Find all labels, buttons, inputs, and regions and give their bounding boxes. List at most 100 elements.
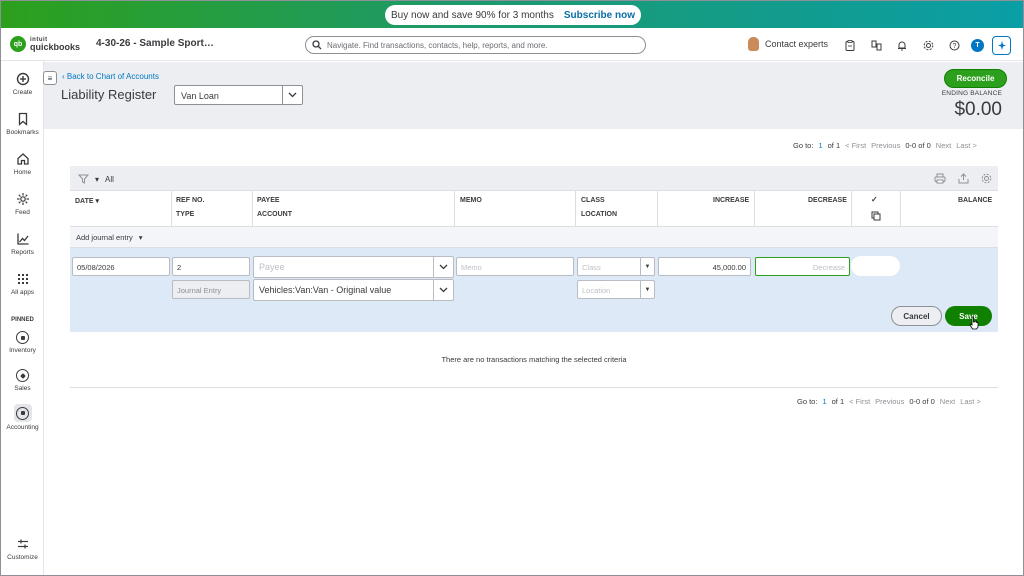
sidebar-item-sales[interactable]: Sales — [1, 369, 44, 392]
memo-field[interactable]: Memo — [456, 257, 574, 276]
caret-down-icon[interactable]: ▼ — [640, 281, 654, 298]
clipboard-icon[interactable] — [841, 37, 859, 55]
col-date[interactable]: DATE ▾ — [75, 197, 99, 205]
last-page-link[interactable]: Last > — [960, 397, 981, 406]
hand-cursor-icon — [969, 316, 979, 330]
first-page-link[interactable]: < First — [845, 141, 866, 150]
plus-circle-icon — [16, 72, 29, 86]
chart-icon — [16, 233, 29, 245]
class-field[interactable]: Class ▼ — [577, 257, 655, 276]
column-divider — [754, 191, 755, 227]
quickbooks-logo[interactable]: qb intuit quickbooks — [10, 36, 80, 52]
page-number-input[interactable]: 1 — [818, 141, 822, 150]
sidebar-item-reports[interactable]: Reports — [1, 232, 44, 256]
col-balance: BALANCE — [958, 197, 993, 204]
settings-gear-icon[interactable] — [981, 173, 992, 184]
sidebar-item-all-apps[interactable]: All apps — [1, 272, 44, 296]
column-divider — [900, 191, 901, 227]
filter-label: All — [105, 174, 114, 184]
assistant-icon[interactable] — [992, 36, 1011, 55]
page-range: 0-0 of 0 — [905, 141, 931, 150]
reconcile-button[interactable]: Reconcile — [944, 69, 1007, 88]
caret-down-icon: ▾ — [95, 174, 100, 184]
chevron-down-icon[interactable] — [433, 257, 453, 277]
sidebar-item-label: Home — [13, 169, 32, 176]
column-divider — [454, 191, 455, 227]
promo-pill[interactable]: Buy now and save 90% for 3 months Subscr… — [385, 5, 641, 25]
left-sidebar: Create Bookmarks Home Feed Reports All a… — [1, 61, 44, 575]
previous-page-link[interactable]: Previous — [875, 397, 904, 406]
previous-page-link[interactable]: Previous — [871, 141, 900, 150]
inventory-icon — [16, 331, 29, 344]
sidebar-item-label: Bookmarks — [6, 129, 39, 136]
cancel-button[interactable]: Cancel — [891, 306, 942, 326]
sidebar-item-accounting[interactable]: Accounting — [1, 404, 44, 431]
increase-field[interactable]: 45,000.00 — [658, 257, 751, 276]
expert-avatar-icon — [748, 37, 759, 51]
next-page-link[interactable]: Next — [940, 397, 955, 406]
user-avatar[interactable]: T — [971, 39, 984, 52]
column-divider — [851, 191, 852, 227]
payee-field[interactable]: Payee — [253, 256, 454, 278]
promo-banner: Buy now and save 90% for 3 months Subscr… — [1, 1, 1023, 28]
last-page-link[interactable]: Last > — [956, 141, 977, 150]
next-page-link[interactable]: Next — [936, 141, 951, 150]
column-divider — [575, 191, 576, 227]
accounting-icon — [13, 404, 32, 422]
page-number-input[interactable]: 1 — [822, 397, 826, 406]
sidebar-item-label: Feed — [15, 209, 30, 216]
date-field[interactable]: 05/08/2026 — [72, 257, 170, 276]
col-ref-no: REF NO. — [176, 197, 205, 204]
account-field[interactable]: Vehicles:Van:Van - Original value — [253, 279, 454, 301]
sidebar-item-inventory[interactable]: Inventory — [1, 331, 44, 354]
apps-switch-icon[interactable] — [867, 37, 885, 55]
logo-line2: quickbooks — [30, 42, 81, 52]
help-icon[interactable]: ? — [945, 37, 963, 55]
location-placeholder: Location — [582, 286, 611, 295]
sidebar-item-label: Sales — [14, 385, 31, 392]
decrease-field[interactable]: Decrease — [755, 257, 850, 276]
svg-text:?: ? — [952, 43, 956, 50]
page-range: 0-0 of 0 — [909, 397, 935, 406]
filter-button[interactable]: ▾ All — [78, 174, 114, 184]
page-of: of 1 — [827, 141, 841, 150]
back-link-label: Back to Chart of Accounts — [66, 72, 159, 81]
location-field[interactable]: Location ▼ — [577, 280, 655, 299]
contact-experts-button[interactable]: Contact experts — [748, 37, 828, 51]
first-page-link[interactable]: < First — [849, 397, 870, 406]
add-journal-entry-label: Add journal entry — [76, 233, 133, 242]
collapse-nav-icon[interactable]: ≡ — [43, 71, 57, 85]
col-account: ACCOUNT — [257, 211, 292, 218]
empty-state-message: There are no transactions matching the s… — [441, 355, 627, 364]
contact-experts-label: Contact experts — [765, 39, 829, 49]
sidebar-item-bookmarks[interactable]: Bookmarks — [1, 112, 44, 136]
sidebar-item-customize[interactable]: Customize — [1, 537, 44, 561]
export-icon[interactable] — [958, 173, 969, 184]
chevron-down-icon[interactable] — [282, 86, 302, 104]
home-icon — [16, 153, 29, 165]
pagination-top: Go to: 1 of 1 < First Previous 0-0 of 0 … — [793, 141, 977, 150]
col-location: LOCATION — [581, 211, 618, 218]
search-input[interactable]: Navigate. Find transactions, contacts, h… — [305, 36, 646, 54]
back-to-chart-link[interactable]: ‹ Back to Chart of Accounts — [62, 72, 159, 81]
bell-icon[interactable] — [893, 37, 911, 55]
page-title: Liability Register — [61, 87, 157, 102]
sidebar-item-feed[interactable]: Feed — [1, 192, 44, 216]
subscribe-link[interactable]: Subscribe now — [564, 10, 635, 21]
table-toolbar: ▾ All — [70, 166, 998, 191]
account-select[interactable]: Van Loan — [174, 85, 303, 105]
sidebar-item-home[interactable]: Home — [1, 152, 44, 176]
company-name[interactable]: 4-30-26 - Sample Sport… — [96, 38, 214, 49]
account-field-value: Vehicles:Van:Van - Original value — [259, 285, 392, 295]
gear-icon[interactable] — [919, 37, 937, 55]
sidebar-item-label: Accounting — [6, 424, 39, 431]
add-journal-entry-button[interactable]: Add journal entry ▾ — [76, 233, 142, 242]
copy-icon[interactable] — [871, 211, 881, 221]
chevron-down-icon[interactable] — [433, 280, 453, 300]
table-bottom-divider — [70, 387, 998, 388]
ref-no-field[interactable]: 2 — [172, 257, 250, 276]
print-icon[interactable] — [934, 173, 946, 184]
ending-balance-value: $0.00 — [954, 99, 1002, 120]
sidebar-item-create[interactable]: Create — [1, 72, 44, 96]
caret-down-icon[interactable]: ▼ — [640, 258, 654, 275]
